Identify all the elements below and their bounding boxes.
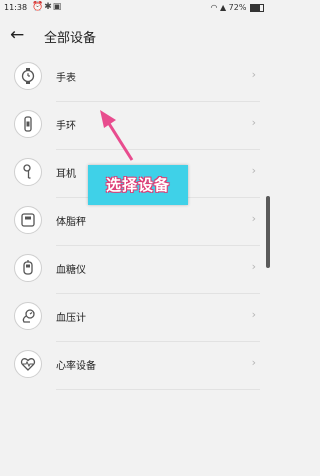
app-notification-icon: ▣ — [52, 2, 63, 12]
bluetooth-icon: ✱ — [44, 2, 53, 12]
earphone-icon — [14, 158, 42, 186]
status-right: ◠ ▲ 72% — [210, 3, 264, 12]
signal-icon: ▲ — [219, 3, 227, 12]
device-item-scale[interactable]: 体脂秤 › — [0, 198, 270, 246]
battery-percent: 72% — [228, 3, 247, 12]
chevron-right-icon: › — [251, 116, 256, 129]
chevron-right-icon: › — [251, 308, 256, 321]
heart-rate-icon — [14, 350, 42, 378]
callout-text: 选择设备 — [105, 176, 170, 194]
status-time: 11:38 — [4, 3, 28, 12]
device-label: 心率设备 — [56, 361, 96, 372]
device-item-blood-pressure[interactable]: 血压计 › — [0, 294, 270, 342]
page-title: 全部设备 — [44, 31, 97, 46]
device-label: 耳机 — [56, 169, 76, 180]
blood-pressure-icon — [14, 302, 42, 330]
chevron-right-icon: › — [251, 212, 256, 225]
notification-icons: ⏰✱▣ — [32, 2, 62, 12]
chevron-right-icon: › — [251, 164, 256, 177]
device-list: 手表 › 手环 › 耳机 › 体脂秤 › 血糖仪 › 血压计 › 心率设备 › — [0, 54, 270, 390]
chevron-right-icon: › — [251, 260, 256, 273]
alarm-icon: ⏰ — [32, 2, 45, 12]
device-item-glucose-meter[interactable]: 血糖仪 › — [0, 246, 270, 294]
chevron-right-icon: › — [251, 68, 256, 81]
annotation-callout: 选择设备 — [88, 165, 188, 205]
watch-icon — [14, 62, 42, 90]
battery-icon — [250, 3, 264, 12]
scale-icon — [14, 206, 42, 234]
app-header: ← 全部设备 — [0, 16, 270, 54]
device-label: 手环 — [56, 121, 76, 132]
device-item-heart-rate[interactable]: 心率设备 › — [0, 342, 270, 390]
device-item-band[interactable]: 手环 › — [0, 102, 270, 150]
back-arrow-icon[interactable]: ← — [10, 25, 32, 45]
device-label: 体脂秤 — [56, 217, 86, 228]
wifi-icon: ◠ — [210, 3, 218, 12]
device-label: 血糖仪 — [56, 265, 86, 276]
glucose-meter-icon — [14, 254, 42, 282]
status-bar: 11:38 ⏰✱▣ ◠ ▲ 72% — [0, 0, 270, 16]
device-label: 血压计 — [56, 313, 86, 324]
chevron-right-icon: › — [251, 356, 256, 369]
band-icon — [14, 110, 42, 138]
device-item-watch[interactable]: 手表 › — [0, 54, 270, 102]
divider — [56, 389, 260, 390]
scrollbar[interactable] — [266, 196, 270, 268]
device-label: 手表 — [56, 73, 76, 84]
